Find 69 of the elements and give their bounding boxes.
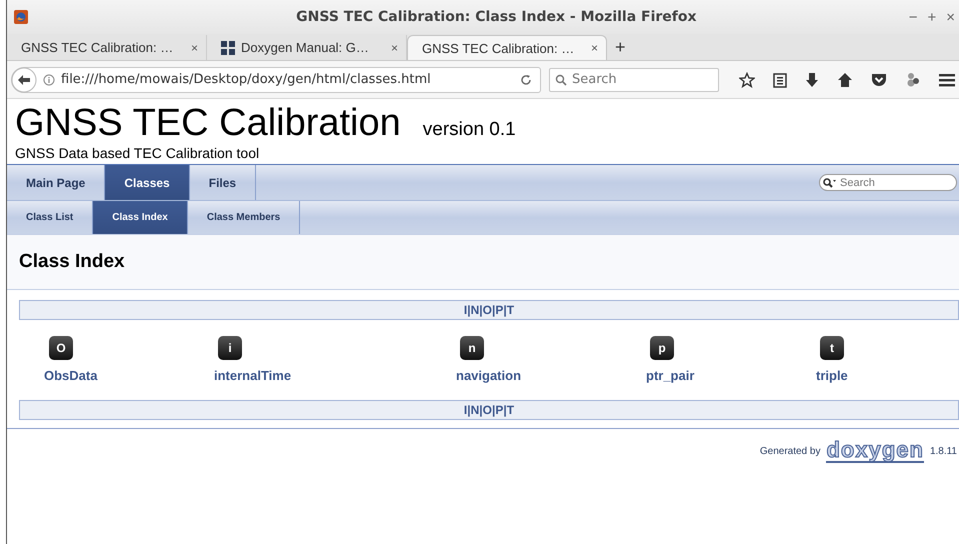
letter-link[interactable]: T [506, 303, 514, 317]
close-icon[interactable]: × [390, 40, 398, 54]
new-tab-button[interactable]: + [607, 35, 634, 60]
separator-text: | [503, 303, 507, 317]
nav-tab[interactable]: Class Members [188, 201, 300, 234]
class-link[interactable]: ObsData [44, 368, 98, 383]
separator-text: | [479, 403, 483, 417]
letter-link[interactable]: O [482, 303, 492, 317]
letter-link[interactable]: I [464, 403, 468, 417]
search-icon [555, 74, 567, 86]
footer-text: Generated by [760, 446, 820, 456]
letter-link[interactable]: N [470, 403, 480, 417]
url-text: file:///home/mowais/Desktop/doxy/gen/html/classes.html [61, 72, 432, 87]
clipboard-icon[interactable] [773, 72, 787, 88]
version-text: 1.8.11 [930, 446, 957, 456]
nav-tab[interactable]: Classes [105, 165, 190, 200]
separator-text: | [467, 403, 471, 417]
window-control-button[interactable]: × [942, 8, 959, 26]
window-title: GNSS TEC Calibration: Class Index - Mozilla Firefox [295, 9, 698, 25]
star-icon[interactable] [739, 72, 755, 88]
close-icon[interactable]: × [190, 40, 198, 54]
back-icon[interactable] [11, 66, 37, 92]
letter-link[interactable]: I [464, 303, 468, 317]
nav-tab[interactable]: Class Index [93, 201, 188, 234]
separator-text: | [479, 303, 483, 317]
tab-title: GNSS TEC Calibration: … [422, 40, 576, 56]
download-icon[interactable] [805, 72, 819, 88]
letter-badge: p [650, 336, 674, 360]
class-link[interactable]: internalTime [214, 368, 292, 383]
tab-title: Doxygen Manual: G… [241, 40, 370, 55]
nav-tab[interactable]: Files [190, 165, 256, 200]
home-icon[interactable] [837, 72, 853, 88]
grid-icon [221, 40, 235, 54]
letter-badge: n [460, 336, 484, 360]
window-control-button[interactable]: − [904, 8, 922, 26]
url-field[interactable]: file:///home/mowais/Desktop/doxy/gen/html/classes.html [11, 66, 541, 92]
puzzle-icon[interactable] [905, 72, 921, 88]
letter-badge: t [820, 336, 844, 360]
class-link[interactable]: ptr_pair [646, 368, 694, 383]
separator-text: | [503, 403, 507, 417]
search-icon [823, 178, 837, 188]
letter-badge: i [218, 336, 242, 360]
reload-icon[interactable] [520, 74, 532, 86]
search-field[interactable]: Search [549, 68, 719, 92]
letter-link[interactable]: P [495, 403, 504, 417]
letter-link[interactable]: O [482, 403, 492, 417]
letter-link[interactable]: T [506, 403, 514, 417]
pocket-icon[interactable] [871, 72, 887, 88]
project-version: version 0.1 [422, 119, 516, 141]
letter-link[interactable]: N [470, 303, 480, 317]
class-link[interactable]: triple [816, 368, 848, 383]
page-heading: Class Index [19, 251, 125, 273]
firefox-icon [14, 10, 28, 24]
browser-tab[interactable]: GNSS TEC Calibration: … × [7, 35, 207, 60]
menu-icon[interactable] [939, 72, 955, 86]
separator-text: | [492, 403, 496, 417]
project-name: GNSS TEC Calibration [15, 103, 401, 143]
search-field[interactable]: Search [819, 174, 957, 191]
separator-text: | [467, 303, 471, 317]
class-link[interactable]: navigation [456, 368, 522, 383]
tab-title: GNSS TEC Calibration: … [21, 40, 174, 55]
close-icon[interactable]: × [590, 41, 598, 55]
window-control-button[interactable]: + [923, 8, 940, 26]
browser-tab[interactable]: GNSS TEC Calibration: … × [407, 35, 607, 60]
project-brief: GNSS Data based TEC Calibration tool [15, 145, 260, 161]
letter-link[interactable]: P [495, 303, 504, 317]
letter-badge: O [49, 336, 73, 360]
info-icon[interactable] [43, 74, 55, 86]
separator-text: | [492, 303, 496, 317]
